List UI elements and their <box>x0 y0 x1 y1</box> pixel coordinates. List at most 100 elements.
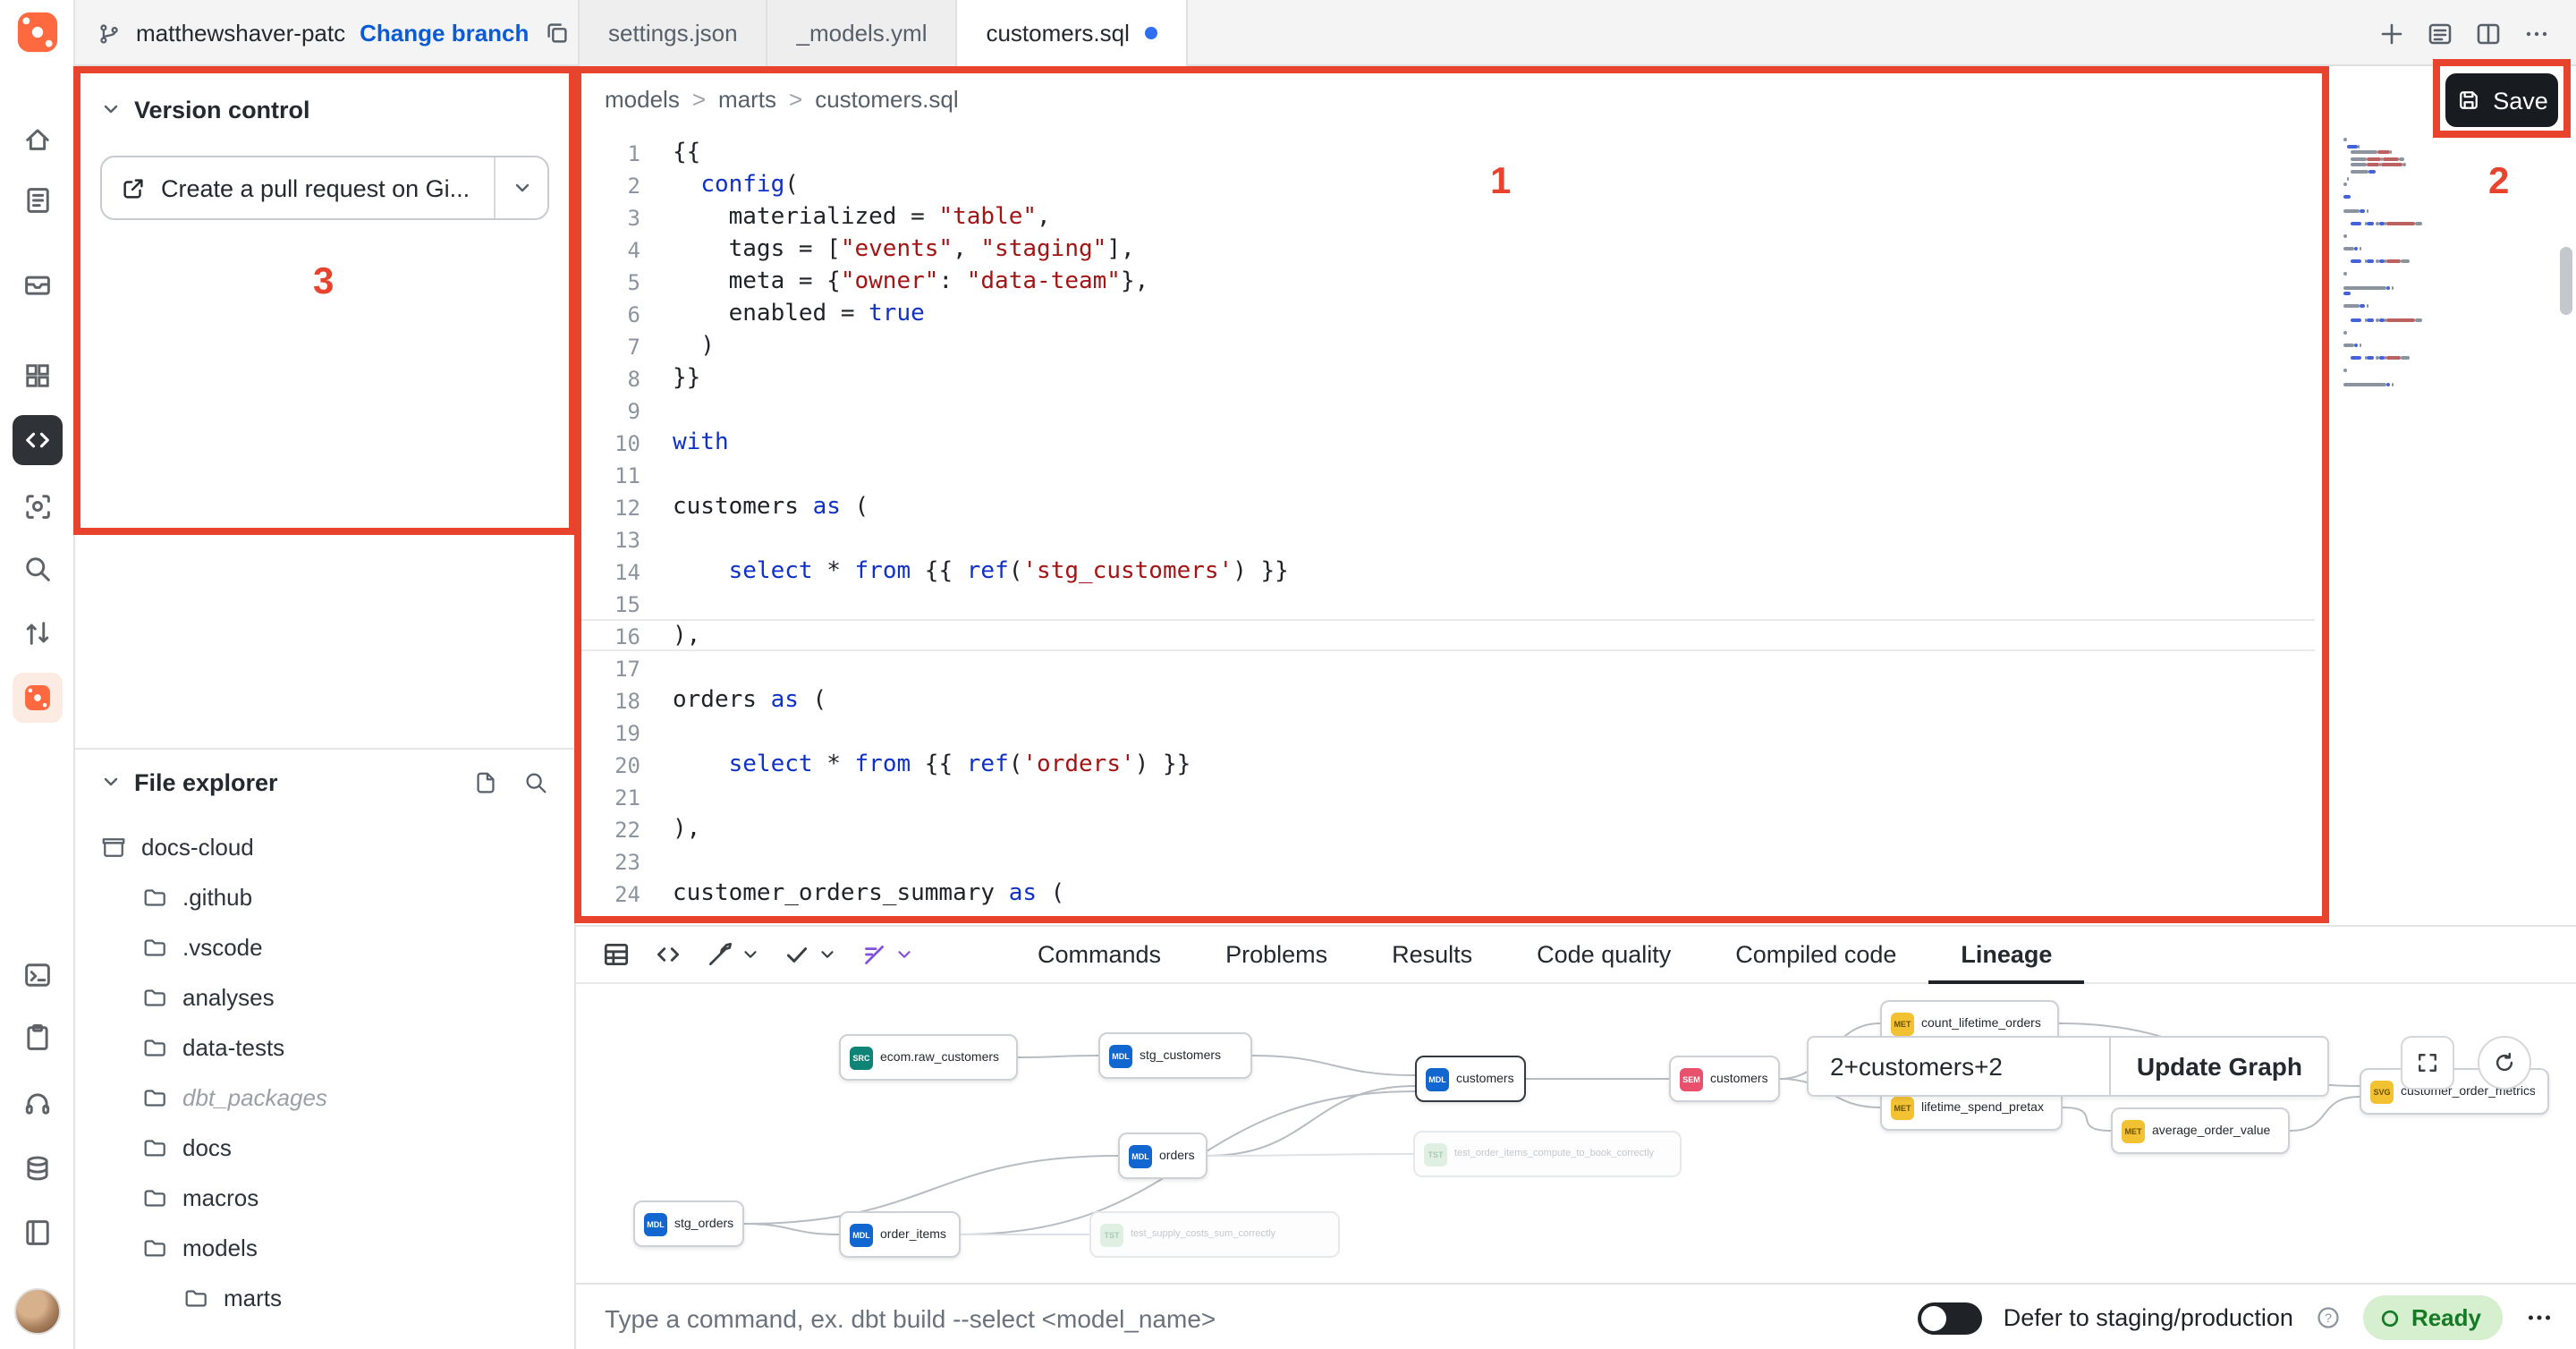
results-table-icon[interactable] <box>601 939 631 970</box>
panel-tab-lineage[interactable]: Lineage <box>1928 927 2084 984</box>
save-button[interactable]: Save <box>2445 73 2558 127</box>
code-line[interactable]: 23 <box>576 844 2315 877</box>
lineage-node-customers[interactable]: SEMcustomers <box>1669 1056 1780 1102</box>
panel-tab-results[interactable]: Results <box>1360 927 1504 984</box>
breadcrumb-item[interactable]: marts <box>718 86 776 113</box>
copy-icon[interactable] <box>543 20 570 47</box>
code-line[interactable]: 13 <box>576 522 2315 555</box>
code-line[interactable]: 10with <box>576 426 2315 458</box>
clipboard-icon[interactable] <box>13 1013 63 1063</box>
code-line[interactable]: 22), <box>576 812 2315 844</box>
more-options-button[interactable] <box>2524 1302 2555 1333</box>
lineage-node-stg_customers[interactable]: MDLstg_customers <box>1098 1032 1252 1079</box>
lineage-node-stg_orders[interactable]: MDLstg_orders <box>633 1201 744 1247</box>
refresh-button[interactable] <box>2478 1036 2531 1090</box>
lineage-node-average_order_value[interactable]: METaverage_order_value <box>2111 1107 2290 1154</box>
code-line[interactable]: 12customers as ( <box>576 490 2315 522</box>
chevron-down-icon[interactable] <box>100 98 122 120</box>
status-badge[interactable]: Ready <box>2363 1295 2503 1340</box>
panel-tab-commands[interactable]: Commands <box>1005 927 1193 984</box>
change-branch-link[interactable]: Change branch <box>360 20 529 47</box>
code-line[interactable]: 7 ) <box>576 329 2315 361</box>
file-tree-item-models[interactable]: models <box>75 1222 574 1272</box>
chevron-down-icon[interactable] <box>100 771 122 793</box>
file-tree-item-data-tests[interactable]: data-tests <box>75 1022 574 1072</box>
new-file-icon[interactable] <box>472 768 499 795</box>
create-pull-request-button[interactable]: Create a pull request on Gi... <box>100 156 549 220</box>
graph-selector-input[interactable]: 2+customers+2 <box>1809 1038 2110 1095</box>
archive-icon[interactable] <box>13 259 63 310</box>
tab-customers.sql[interactable]: customers.sql <box>957 0 1188 66</box>
lineage-node-orders[interactable]: MDLorders <box>1118 1133 1208 1179</box>
breadcrumb-item[interactable]: customers.sql <box>815 86 958 113</box>
minimap[interactable] <box>2343 138 2544 513</box>
grid-icon[interactable] <box>13 351 63 401</box>
home-icon[interactable] <box>13 115 63 165</box>
code-line[interactable]: 14 select * from {{ ref('stg_customers')… <box>576 555 2315 587</box>
code-editor-icon[interactable] <box>13 415 63 465</box>
lineage-node-customers[interactable]: MDLcustomers <box>1415 1056 1526 1102</box>
editor-scrollbar[interactable] <box>2560 247 2572 315</box>
code-line[interactable]: 6 enabled = true <box>576 297 2315 329</box>
tab-settings.json[interactable]: settings.json <box>578 0 768 66</box>
code-line[interactable]: 8}} <box>576 361 2315 394</box>
breadcrumb-item[interactable]: models <box>605 86 680 113</box>
user-avatar[interactable] <box>14 1288 61 1335</box>
code-lines[interactable]: 1{{2 config(3 materialized = "table",4 t… <box>576 136 2576 909</box>
build-button[interactable] <box>705 939 760 970</box>
file-tree-item-.vscode[interactable]: .vscode <box>75 921 574 971</box>
fullscreen-button[interactable] <box>2401 1036 2454 1090</box>
lineage-node-test_supply_costs_sum_correctly[interactable]: TSTtest_supply_costs_sum_correctly <box>1089 1211 1340 1258</box>
code-line[interactable]: 3 materialized = "table", <box>576 200 2315 233</box>
defer-toggle[interactable] <box>1918 1302 1982 1334</box>
lineage-node-order_items[interactable]: MDLorder_items <box>839 1211 961 1258</box>
docs-book-icon[interactable] <box>13 1208 63 1258</box>
search-code-icon[interactable] <box>13 544 63 594</box>
compiled-code-icon[interactable] <box>653 939 683 970</box>
new-tab-plus-icon[interactable] <box>2377 19 2406 47</box>
file-tree-item-macros[interactable]: macros <box>75 1172 574 1222</box>
support-headset-icon[interactable] <box>13 1079 63 1129</box>
command-input[interactable]: Type a command, ex. dbt build --select <… <box>605 1285 1216 1349</box>
code-line[interactable]: 4 tags = ["events", "staging"], <box>576 233 2315 265</box>
database-icon[interactable] <box>13 1143 63 1193</box>
lineage-node-ecom.raw_customers[interactable]: SRCecom.raw_customers <box>839 1034 1018 1081</box>
notebook-icon[interactable] <box>13 175 63 225</box>
code-line[interactable]: 20 select * from {{ ref('orders') }} <box>576 748 2315 780</box>
tab-_models.yml[interactable]: _models.yml <box>768 0 958 66</box>
terminal-icon[interactable] <box>13 950 63 1000</box>
code-line[interactable]: 11 <box>576 458 2315 490</box>
panel-list-icon[interactable] <box>2426 19 2454 47</box>
file-tree-item-docs[interactable]: docs <box>75 1122 574 1172</box>
code-line[interactable]: 19 <box>576 716 2315 748</box>
file-tree-item-docs-cloud[interactable]: docs-cloud <box>75 821 574 871</box>
help-icon[interactable]: ? <box>2315 1304 2342 1331</box>
panel-tab-compiled-code[interactable]: Compiled code <box>1703 927 1928 984</box>
panel-tab-problems[interactable]: Problems <box>1193 927 1360 984</box>
panel-tab-code-quality[interactable]: Code quality <box>1504 927 1703 984</box>
file-tree-item-analyses[interactable]: analyses <box>75 971 574 1022</box>
code-line[interactable]: 1{{ <box>576 136 2315 168</box>
code-line[interactable]: 5 meta = {"owner": "data-team"}, <box>576 265 2315 297</box>
code-editor[interactable]: models>marts>customers.sql Save 1{{2 con… <box>576 66 2576 925</box>
file-tree-item-marts[interactable]: marts <box>75 1272 574 1322</box>
format-button[interactable] <box>859 939 914 970</box>
code-line[interactable]: 24customer_orders_summary as ( <box>576 877 2315 909</box>
pr-dropdown-chevron[interactable] <box>494 157 547 218</box>
lineage-canvas[interactable]: 2+customers+2 Update Graph SRCecom.raw_c… <box>576 984 2576 1283</box>
file-tree-item-.github[interactable]: .github <box>75 871 574 921</box>
code-line[interactable]: 18orders as ( <box>576 683 2315 716</box>
more-menu-icon[interactable] <box>2522 19 2551 47</box>
code-line[interactable]: 17 <box>576 651 2315 683</box>
code-line[interactable]: 21 <box>576 780 2315 812</box>
search-icon[interactable] <box>522 768 549 795</box>
update-graph-button[interactable]: Update Graph <box>2110 1038 2327 1095</box>
dbt-extension-icon[interactable] <box>13 673 63 723</box>
file-tree-item-dbt_packages[interactable]: dbt_packages <box>75 1072 574 1122</box>
compare-icon[interactable] <box>13 608 63 658</box>
lineage-node-test_order_items_compute_to_book_correctly[interactable]: TSTtest_order_items_compute_to_book_corr… <box>1413 1131 1682 1177</box>
split-panel-icon[interactable] <box>2474 19 2503 47</box>
scan-icon[interactable] <box>13 481 63 531</box>
code-line[interactable]: 15 <box>576 587 2315 619</box>
code-line[interactable]: 9 <box>576 394 2315 426</box>
